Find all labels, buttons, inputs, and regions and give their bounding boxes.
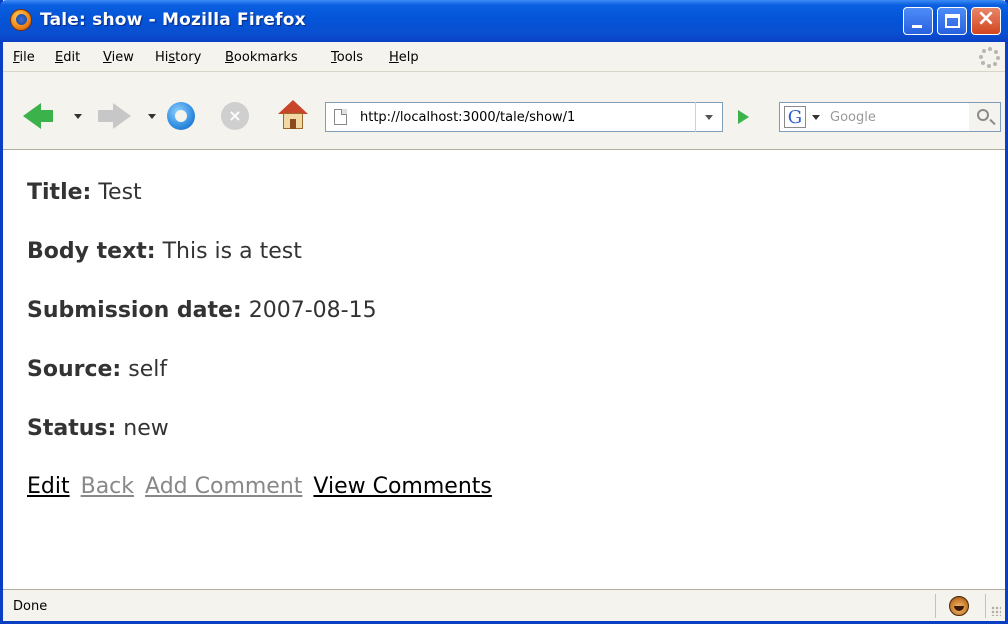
field-label: Body text: bbox=[27, 239, 156, 264]
search-box[interactable]: G Google bbox=[779, 102, 973, 132]
greasemonkey-icon[interactable] bbox=[949, 596, 969, 616]
page-icon bbox=[334, 109, 347, 125]
search-icon bbox=[977, 109, 989, 121]
field-value: Test bbox=[98, 180, 142, 205]
menu-view[interactable]: View bbox=[103, 50, 134, 65]
activity-throbber-icon bbox=[979, 46, 1001, 68]
menu-history-label: History bbox=[155, 50, 202, 65]
field-value: self bbox=[128, 357, 168, 382]
menu-edit[interactable]: Edit bbox=[55, 50, 80, 65]
forward-history-dropdown-icon[interactable] bbox=[148, 114, 156, 119]
firefox-logo-icon bbox=[10, 9, 32, 31]
field-label: Title: bbox=[27, 180, 92, 205]
menu-tools[interactable]: Tools bbox=[331, 50, 363, 65]
field-submission-date: Submission date: 2007-08-15 bbox=[27, 298, 377, 323]
google-engine-icon[interactable]: G bbox=[784, 106, 806, 128]
forward-arrow-icon bbox=[113, 103, 131, 129]
maximize-button[interactable] bbox=[937, 7, 967, 35]
field-label: Submission date: bbox=[27, 298, 242, 323]
status-bar: Done bbox=[3, 589, 1005, 621]
status-divider bbox=[935, 594, 936, 618]
minimize-button[interactable] bbox=[903, 7, 933, 35]
status-divider bbox=[985, 594, 986, 618]
action-links: Edit Back Add Comment View Comments bbox=[27, 474, 496, 499]
close-button[interactable]: × bbox=[971, 6, 1001, 35]
back-history-dropdown-icon[interactable] bbox=[74, 114, 82, 119]
back-link[interactable]: Back bbox=[81, 474, 134, 499]
add-comment-link[interactable]: Add Comment bbox=[145, 474, 302, 499]
view-comments-link[interactable]: View Comments bbox=[313, 474, 491, 499]
address-bar[interactable]: http://localhost:3000/tale/show/1 bbox=[325, 102, 723, 132]
menu-file-label: File bbox=[13, 50, 35, 65]
menu-edit-label: Edit bbox=[55, 50, 81, 65]
title-bar[interactable]: Tale: show - Mozilla Firefox × bbox=[0, 0, 1008, 42]
field-title: Title: Test bbox=[27, 180, 142, 205]
reload-icon[interactable] bbox=[167, 102, 195, 130]
browser-window: Tale: show - Mozilla Firefox × File Edit… bbox=[0, 0, 1008, 624]
menu-help-label: Help bbox=[389, 50, 419, 65]
menu-bookmarks[interactable]: Bookmarks bbox=[225, 50, 298, 65]
field-body-text: Body text: This is a test bbox=[27, 239, 302, 264]
menu-bar: File Edit View History Bookmarks Tools H… bbox=[3, 42, 1005, 72]
stop-icon[interactable]: × bbox=[221, 102, 249, 130]
edit-link[interactable]: Edit bbox=[27, 474, 70, 499]
close-icon: × bbox=[976, 6, 996, 31]
address-dropdown-icon[interactable] bbox=[695, 102, 723, 132]
go-button[interactable] bbox=[729, 103, 757, 131]
search-input[interactable]: Google bbox=[830, 110, 876, 125]
status-text: Done bbox=[13, 599, 48, 614]
field-value: This is a test bbox=[162, 239, 302, 264]
window-title: Tale: show - Mozilla Firefox bbox=[40, 10, 306, 30]
home-icon[interactable] bbox=[278, 100, 308, 130]
menu-tools-label: Tools bbox=[331, 50, 364, 65]
page-content: Title: Test Body text: This is a test Su… bbox=[3, 150, 1005, 590]
field-value: new bbox=[123, 416, 169, 441]
menu-help[interactable]: Help bbox=[389, 50, 419, 65]
maximize-icon bbox=[945, 14, 960, 28]
field-label: Source: bbox=[27, 357, 122, 382]
menu-bookmarks-label: Bookmarks bbox=[225, 50, 298, 65]
menu-file[interactable]: File bbox=[13, 50, 35, 65]
menu-history[interactable]: History bbox=[155, 50, 201, 65]
engine-dropdown-icon[interactable] bbox=[812, 115, 820, 120]
address-input[interactable]: http://localhost:3000/tale/show/1 bbox=[360, 110, 575, 125]
menu-view-label: View bbox=[103, 50, 134, 65]
minimize-icon bbox=[912, 25, 922, 28]
field-source: Source: self bbox=[27, 357, 167, 382]
resize-grip-icon[interactable] bbox=[991, 606, 1001, 616]
search-button[interactable] bbox=[969, 102, 1001, 132]
field-label: Status: bbox=[27, 416, 117, 441]
field-status: Status: new bbox=[27, 416, 169, 441]
field-value: 2007-08-15 bbox=[248, 298, 377, 323]
